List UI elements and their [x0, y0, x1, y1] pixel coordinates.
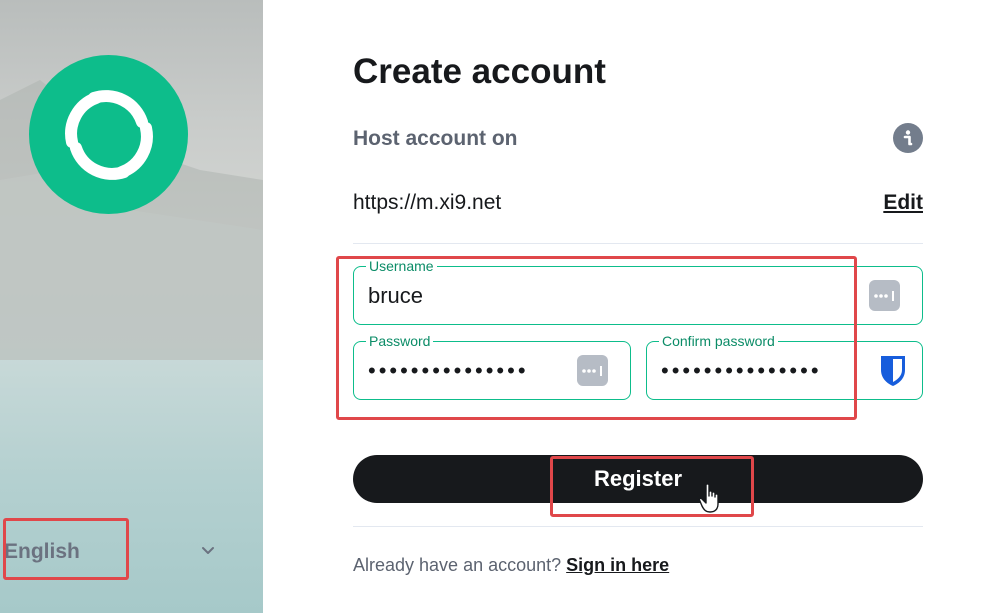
signin-prompt: Already have an account? — [353, 555, 562, 575]
chevron-down-icon — [202, 547, 214, 554]
element-logo-icon — [29, 55, 188, 214]
password-field[interactable]: Password ••••••••••••••• — [353, 332, 631, 400]
server-url: https://m.xi9.net — [353, 191, 502, 214]
registration-form: Create account Host account on https://m… — [353, 0, 923, 613]
host-account-label: Host account on — [353, 127, 518, 150]
confirm-password-value: ••••••••••••••• — [661, 358, 822, 383]
register-button[interactable]: Register — [353, 455, 923, 503]
password-manager-icon[interactable] — [869, 280, 900, 311]
page-title: Create account — [353, 52, 606, 91]
password-manager-icon[interactable] — [577, 355, 608, 386]
language-label: English — [4, 540, 80, 563]
username-value: bruce — [368, 283, 424, 308]
confirm-password-label: Confirm password — [659, 332, 778, 350]
signin-link[interactable]: Sign in here — [566, 555, 669, 575]
username-field[interactable]: Username bruce — [353, 257, 923, 325]
info-icon[interactable] — [893, 123, 923, 153]
edit-server-link[interactable]: Edit — [883, 191, 923, 215]
username-label: Username — [366, 257, 437, 275]
divider — [353, 526, 923, 527]
password-value: ••••••••••••••• — [368, 358, 529, 383]
hand-cursor-icon — [698, 483, 719, 513]
signin-prompt-row: Already have an account? Sign in here — [353, 555, 669, 576]
bitwarden-shield-icon[interactable] — [879, 354, 907, 388]
left-panel: English — [0, 0, 263, 613]
password-label: Password — [366, 332, 434, 350]
divider — [353, 243, 923, 244]
language-selector[interactable]: English — [0, 530, 263, 574]
confirm-password-field[interactable]: Confirm password ••••••••••••••• — [646, 332, 923, 400]
